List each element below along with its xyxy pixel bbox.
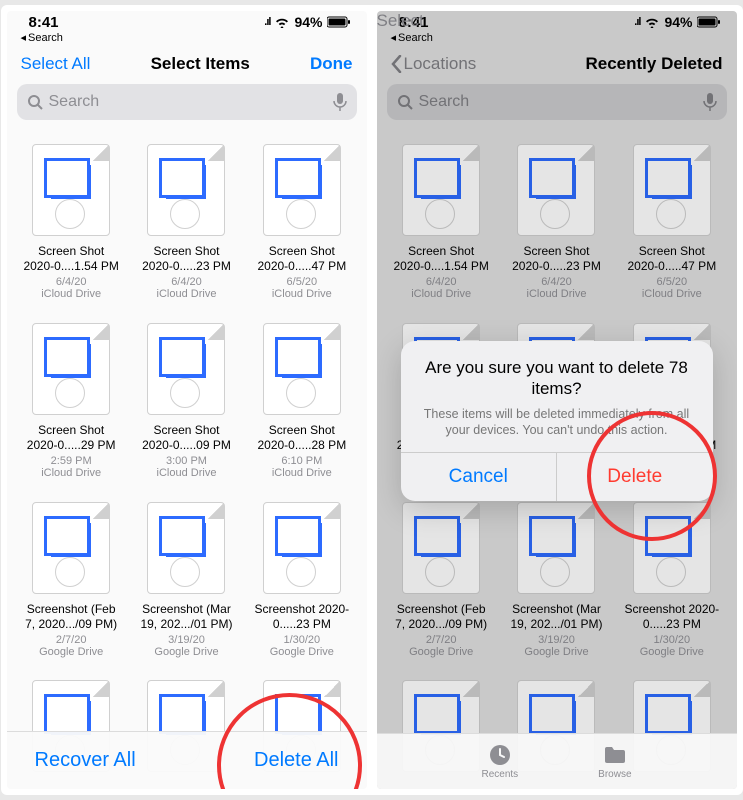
bottom-toolbar: Recover All Delete All bbox=[7, 731, 367, 789]
file-location: iCloud Drive bbox=[157, 467, 217, 479]
file-date: 3/19/20 bbox=[168, 634, 205, 646]
file-name: Screenshot (Mar 19, 202.../01 PM) bbox=[136, 602, 236, 632]
file-thumb bbox=[147, 144, 225, 236]
file-item[interactable]: Screen Shot 2020-0.....09 PM 3:00 PMiClou… bbox=[134, 323, 239, 488]
file-thumb bbox=[263, 144, 341, 236]
search-icon bbox=[27, 94, 43, 110]
file-thumb bbox=[32, 323, 110, 415]
file-thumb bbox=[263, 323, 341, 415]
file-date: 6:10 PM bbox=[281, 455, 322, 467]
file-location: iCloud Drive bbox=[41, 288, 101, 300]
file-thumb bbox=[147, 323, 225, 415]
file-item[interactable]: Screenshot (Feb 7, 2020.../09 PM) 2/7/20G… bbox=[19, 502, 124, 667]
file-date: 3:00 PM bbox=[166, 455, 207, 467]
file-location: Google Drive bbox=[154, 646, 218, 658]
file-name: Screen Shot 2020-0.....23 PM bbox=[136, 244, 236, 274]
file-location: Google Drive bbox=[39, 646, 103, 658]
file-date: 6/5/20 bbox=[287, 276, 318, 288]
file-thumb bbox=[147, 502, 225, 594]
file-item[interactable]: Screen Shot 2020-0.....29 PM 2:59 PMiClou… bbox=[19, 323, 124, 488]
file-date: 6/4/20 bbox=[56, 276, 87, 288]
file-name: Screenshot 2020-0.....23 PM bbox=[252, 602, 352, 632]
done-button[interactable]: Done bbox=[310, 54, 353, 74]
status-right: .ıl 94% bbox=[264, 14, 350, 30]
file-item[interactable]: Screen Shot 2020-0....1.54 PM 6/4/20iClou… bbox=[19, 144, 124, 309]
file-location: iCloud Drive bbox=[272, 467, 332, 479]
file-location: iCloud Drive bbox=[272, 288, 332, 300]
screenshot-right: 8:41 .ıl 94% ◂ Search Locations Recently… bbox=[377, 11, 737, 789]
file-item[interactable]: Screenshot 2020-0.....23 PM 1/30/20Google… bbox=[249, 502, 354, 667]
screenshot-left: 8:41 .ıl 94% ◂ Search Select All Select … bbox=[7, 11, 367, 789]
select-all-button[interactable]: Select All bbox=[21, 54, 91, 74]
file-item[interactable]: Screen Shot 2020-0.....28 PM 6:10 PMiClou… bbox=[249, 323, 354, 488]
confirm-delete-sheet: Are you sure you want to delete 78 items… bbox=[401, 341, 713, 501]
mic-icon[interactable] bbox=[333, 93, 347, 111]
battery-percent: 94% bbox=[294, 14, 322, 30]
recover-all-button[interactable]: Recover All bbox=[35, 749, 136, 772]
file-thumb bbox=[263, 502, 341, 594]
file-location: iCloud Drive bbox=[157, 288, 217, 300]
back-to-search[interactable]: ◂ Search bbox=[7, 31, 367, 46]
file-item[interactable]: Screenshot (Mar 19, 202.../01 PM) 3/19/20… bbox=[134, 502, 239, 667]
file-thumb bbox=[32, 144, 110, 236]
file-date: 1/30/20 bbox=[283, 634, 320, 646]
sheet-sub: These items will be deleted immediately … bbox=[419, 406, 695, 439]
file-item[interactable]: Screen Shot 2020-0.....47 PM 6/5/20iCloud… bbox=[249, 144, 354, 309]
file-grid-left: Screen Shot 2020-0....1.54 PM6/4/20iClou… bbox=[7, 126, 367, 789]
file-name: Screen Shot 2020-0.....28 PM bbox=[252, 423, 352, 453]
search-placeholder: Search bbox=[49, 93, 100, 111]
nav-bar: Select All Select Items Done bbox=[7, 46, 367, 84]
signal-icon: .ıl bbox=[264, 16, 270, 28]
sheet-cancel-button[interactable]: Cancel bbox=[401, 453, 558, 501]
nav-title: Select Items bbox=[151, 54, 250, 74]
tab-bar: Recents Browse bbox=[377, 733, 737, 789]
status-bar: 8:41 .ıl 94% bbox=[7, 11, 367, 31]
file-name: Screen Shot 2020-0....1.54 PM bbox=[21, 244, 121, 274]
sheet-delete-button[interactable]: Delete bbox=[557, 453, 713, 501]
wifi-icon bbox=[274, 16, 290, 28]
file-location: iCloud Drive bbox=[41, 467, 101, 479]
status-time: 8:41 bbox=[29, 14, 59, 31]
sheet-headline: Are you sure you want to delete 78 items… bbox=[419, 357, 695, 400]
tab-browse[interactable]: Browse bbox=[598, 743, 631, 780]
file-location: Google Drive bbox=[270, 646, 334, 658]
clock-icon bbox=[487, 743, 513, 767]
file-thumb bbox=[32, 502, 110, 594]
file-date: 2/7/20 bbox=[56, 634, 87, 646]
chevron-left-icon: ◂ bbox=[21, 31, 27, 44]
delete-all-button[interactable]: Delete All bbox=[254, 749, 339, 772]
file-date: 2:59 PM bbox=[51, 455, 92, 467]
file-name: Screen Shot 2020-0.....47 PM bbox=[252, 244, 352, 274]
file-name: Screen Shot 2020-0.....09 PM bbox=[136, 423, 236, 453]
file-date: 6/4/20 bbox=[171, 276, 202, 288]
tab-recents[interactable]: Recents bbox=[481, 743, 518, 780]
file-item[interactable]: Screen Shot 2020-0.....23 PM 6/4/20iCloud… bbox=[134, 144, 239, 309]
file-name: Screen Shot 2020-0.....29 PM bbox=[21, 423, 121, 453]
file-name: Screenshot (Feb 7, 2020.../09 PM) bbox=[21, 602, 121, 632]
battery-icon bbox=[327, 16, 351, 28]
folder-icon bbox=[602, 743, 628, 767]
search-field[interactable]: Search bbox=[17, 84, 357, 120]
